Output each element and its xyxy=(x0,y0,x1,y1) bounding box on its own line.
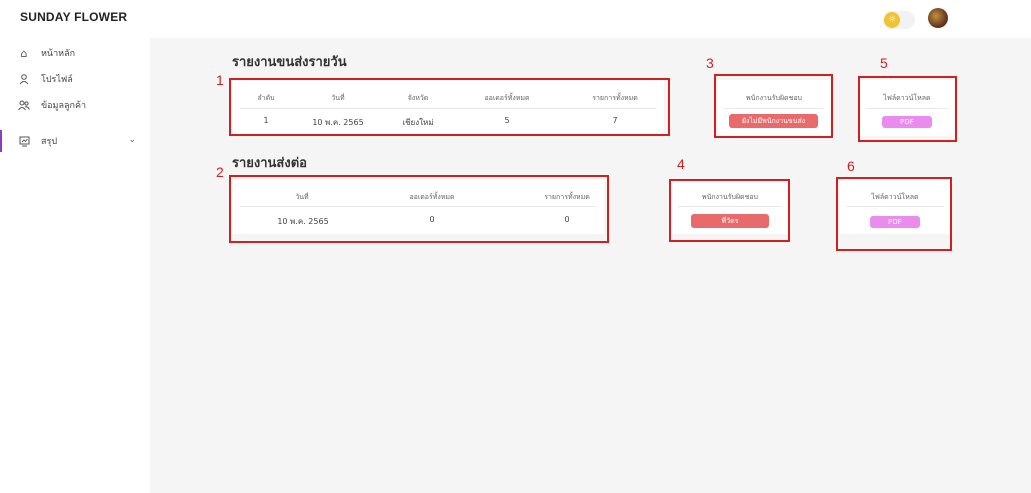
annotation-number: 2 xyxy=(216,164,224,180)
annotation-number: 5 xyxy=(880,55,888,71)
annotation-number: 6 xyxy=(847,158,855,174)
sidebar-item-label: หน้าหลัก xyxy=(41,49,76,59)
sidebar-item-label: ข้อมูลลูกค้า xyxy=(41,101,87,111)
sidebar-item-summary[interactable]: สรุป ⌄ xyxy=(0,130,150,152)
chevron-down-icon[interactable]: ⌄ xyxy=(128,135,136,145)
annotation-number: 1 xyxy=(216,72,224,88)
user-avatar[interactable] xyxy=(928,8,948,28)
annotation-box-3 xyxy=(714,74,833,138)
top-bar: SUNDAY FLOWER ☼ xyxy=(0,0,1031,38)
sidebar-item-home[interactable]: ⌂ หน้าหลัก xyxy=(0,42,150,64)
sidebar-item-label: โปรไฟล์ xyxy=(41,75,73,85)
sidebar-item-label: สรุป xyxy=(41,137,58,147)
annotation-box-1 xyxy=(229,78,670,136)
sidebar-item-profile[interactable]: โปรไฟล์ xyxy=(0,68,150,90)
sidebar-item-customers[interactable]: ข้อมูลลูกค้า xyxy=(0,94,150,116)
annotation-box-2 xyxy=(229,175,609,243)
users-icon xyxy=(17,98,31,112)
report-icon xyxy=(17,134,31,148)
sun-icon: ☼ xyxy=(884,12,900,28)
home-icon: ⌂ xyxy=(20,46,28,60)
user-icon xyxy=(17,72,31,86)
annotation-number: 4 xyxy=(677,156,685,172)
annotation-number: 3 xyxy=(706,55,714,71)
theme-toggle[interactable]: ☼ xyxy=(883,11,915,29)
annotation-box-5 xyxy=(858,76,957,142)
daily-report-title: รายงานขนส่งรายวัน xyxy=(232,55,347,70)
forward-report-title: รายงานส่งต่อ xyxy=(232,156,307,171)
annotation-box-4 xyxy=(669,179,790,242)
annotation-box-6 xyxy=(836,177,952,251)
brand-logo[interactable]: SUNDAY FLOWER xyxy=(20,10,127,24)
sidebar: ⌂ หน้าหลัก โปรไฟล์ ข้อมูลลูกค้า สรุป ⌄ xyxy=(0,38,150,493)
